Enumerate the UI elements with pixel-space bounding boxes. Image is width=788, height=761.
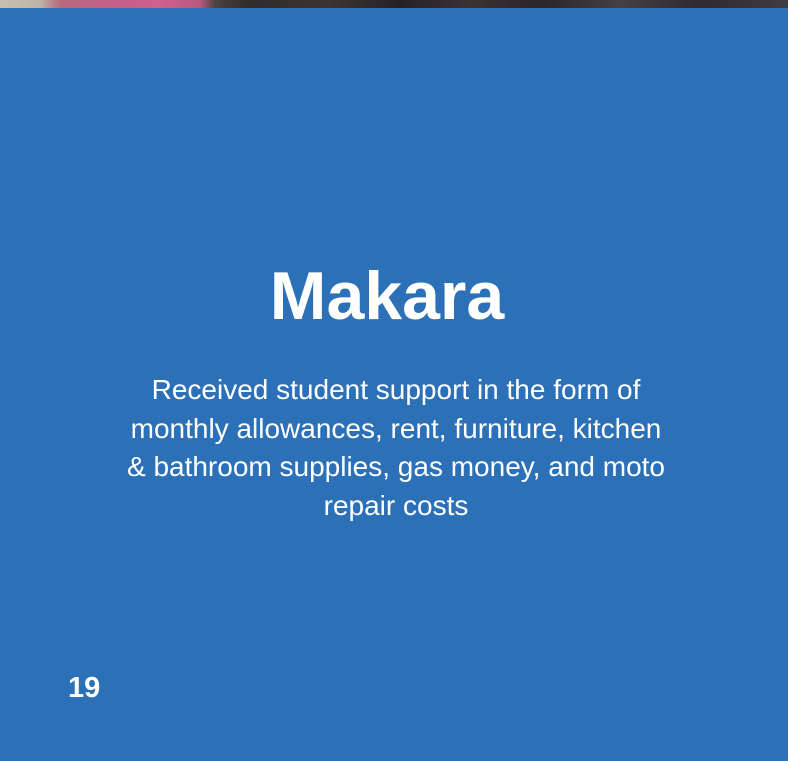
page-number: 19 — [68, 672, 101, 704]
profile-panel: Makara Received student support in the f… — [0, 8, 788, 761]
profile-description: Received student support in the form of … — [126, 374, 665, 521]
profile-name: Makara — [269, 258, 505, 334]
photo-strip — [0, 0, 788, 8]
